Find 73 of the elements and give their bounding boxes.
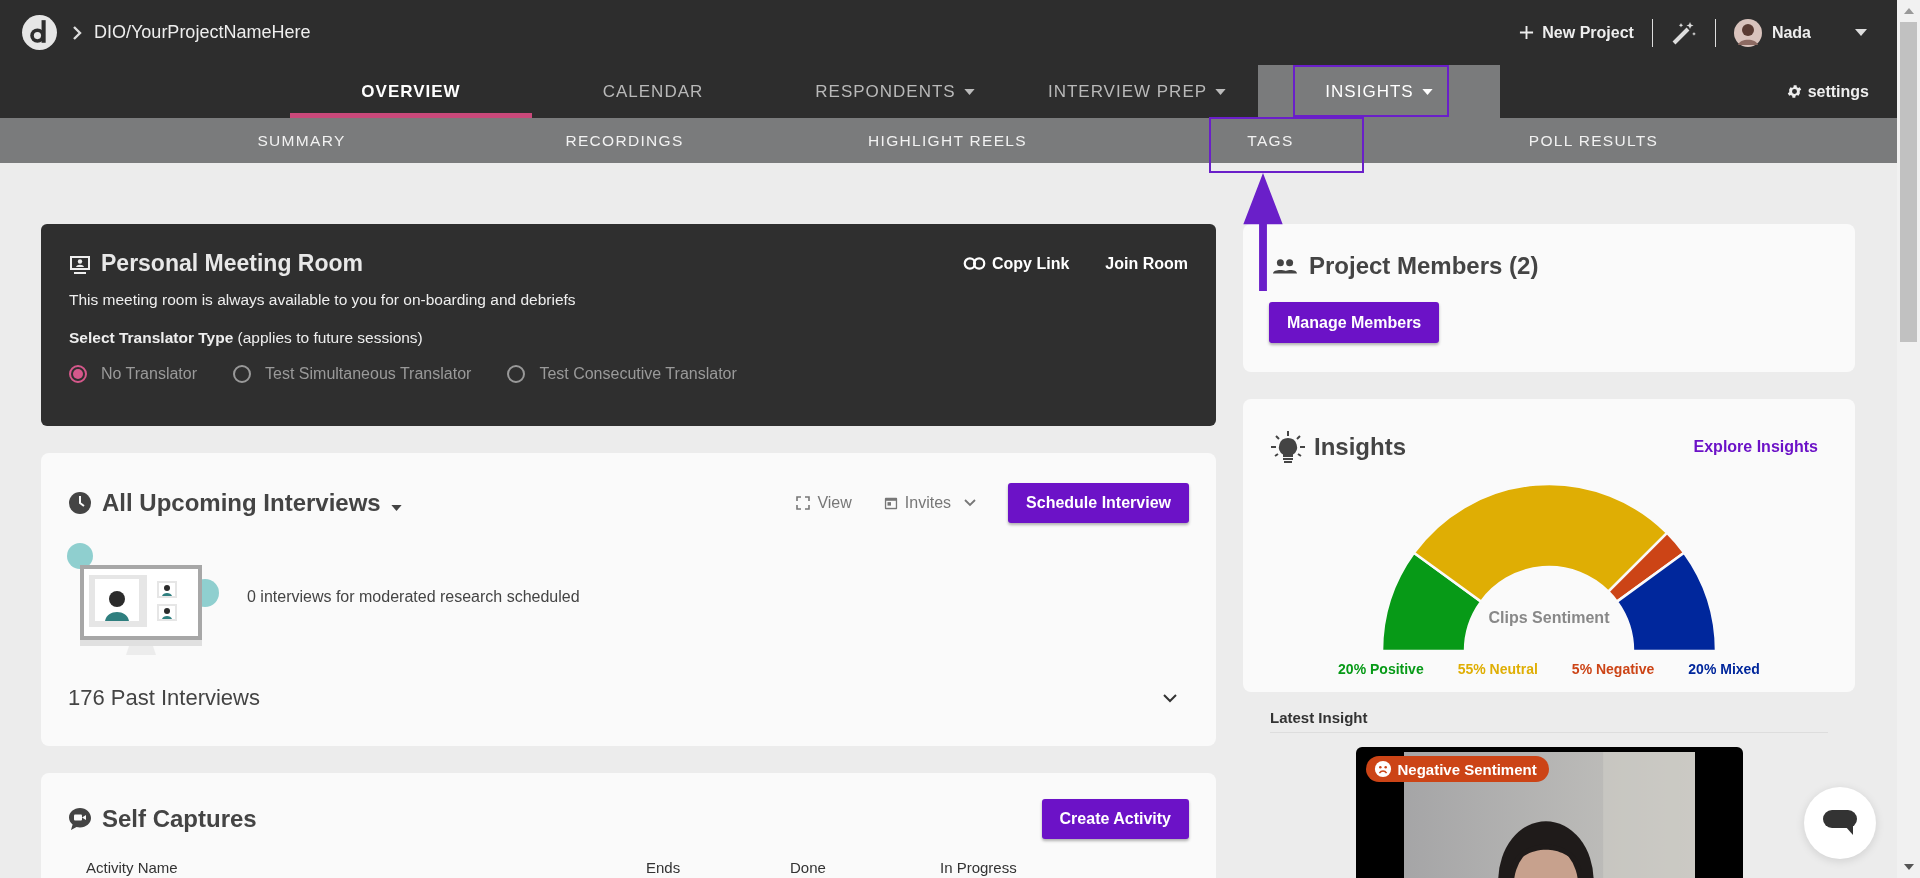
frown-icon: [1373, 760, 1392, 778]
legend-label: 20% Positive: [1338, 661, 1424, 677]
chat-button[interactable]: [1804, 787, 1876, 859]
radio-button[interactable]: [233, 365, 252, 383]
caret-down-icon: [1215, 88, 1227, 95]
legend-label: 20% Mixed: [1688, 661, 1760, 677]
chevron-down-icon: [964, 499, 977, 507]
sub-nav-tab[interactable]: TAGS: [1109, 118, 1432, 163]
card-title[interactable]: All Upcoming Interviews: [102, 489, 381, 517]
sub-nav-tab[interactable]: SUMMARY: [140, 118, 463, 163]
chat-icon: [1823, 810, 1857, 836]
sub-nav-tab[interactable]: POLL RESULTS: [1432, 118, 1755, 163]
caret-down-icon: [1421, 88, 1433, 95]
card-title: Personal Meeting Room: [101, 250, 363, 277]
lightbulb-icon: [1270, 429, 1306, 465]
card-title: Self Captures: [102, 805, 257, 833]
scrollbar[interactable]: [1897, 0, 1920, 878]
nav-tab[interactable]: INTERVIEW PREP: [1016, 65, 1258, 118]
legend-label: 5% Negative: [1571, 661, 1655, 677]
copy-link-button[interactable]: Copy Link: [963, 254, 1070, 273]
link-icon: [963, 257, 986, 270]
sub-nav-tab[interactable]: HIGHLIGHT REELS: [786, 118, 1109, 163]
view-button[interactable]: View: [796, 494, 852, 512]
column-header: Done: [790, 859, 827, 876]
nav-tab[interactable]: INSIGHTS: [1258, 65, 1500, 118]
create-activity-button[interactable]: Create Activity: [1041, 799, 1189, 839]
join-room-button[interactable]: Join Room: [1105, 254, 1188, 273]
chevron-right-icon: [72, 25, 82, 40]
translator-label: Select Translator Type (applies to future sessions): [69, 329, 424, 347]
radio-label[interactable]: Test Simultaneous Translator: [265, 365, 472, 383]
card-title: Insights: [1314, 433, 1406, 461]
plus-icon: [1519, 25, 1535, 40]
legend-label: 55% Neutral: [1457, 661, 1538, 677]
video-player[interactable]: Negative Sentiment: [1355, 747, 1743, 878]
schedule-interview-button[interactable]: Schedule Interview: [1008, 483, 1189, 523]
logo-icon[interactable]: [21, 14, 58, 51]
section-label: Latest Insight: [1270, 709, 1828, 733]
new-project-button[interactable]: New Project: [1519, 23, 1634, 42]
calendar-icon: [883, 496, 898, 510]
sub-nav-tab[interactable]: RECORDINGS: [463, 118, 786, 163]
card-title: Project Members (2): [1309, 252, 1539, 280]
caret-down-icon[interactable]: [1855, 29, 1867, 36]
past-interviews-heading[interactable]: 176 Past Interviews: [68, 685, 260, 711]
chevron-down-icon[interactable]: [1163, 693, 1177, 703]
column-header: In Progress: [940, 859, 1017, 876]
radio-label[interactable]: No Translator: [101, 365, 198, 383]
nav-tab[interactable]: CALENDAR: [532, 65, 774, 118]
expand-icon: [796, 496, 811, 510]
people-icon: [1273, 258, 1297, 274]
chart-title: Clips Sentiment: [1487, 609, 1611, 627]
invites-dropdown[interactable]: Invites: [883, 494, 977, 512]
user-name[interactable]: Nada: [1771, 23, 1811, 42]
column-header: Ends: [646, 859, 682, 876]
nav-tab[interactable]: RESPONDENTS: [774, 65, 1016, 118]
avatar[interactable]: [1733, 18, 1762, 47]
column-header: Activity Name: [86, 859, 179, 876]
radio-label[interactable]: Test Consecutive Translator: [539, 365, 737, 383]
scroll-down-icon[interactable]: [1903, 864, 1914, 870]
caret-down-icon[interactable]: [390, 505, 402, 511]
gear-icon: [1785, 83, 1803, 100]
empty-message: 0 interviews for moderated research scheduled: [247, 588, 580, 606]
description: This meeting room is always available to you for on-boarding and debriefs: [69, 291, 577, 309]
video-chat-icon: [68, 807, 92, 831]
clock-icon: [68, 491, 92, 515]
radio-button[interactable]: [507, 365, 526, 383]
scrollbar-thumb[interactable]: [1900, 22, 1917, 342]
explore-insights-link[interactable]: Explore Insights: [1693, 438, 1818, 456]
radio-button[interactable]: [69, 365, 87, 383]
caret-down-icon: [963, 88, 975, 95]
manage-members-button[interactable]: Manage Members: [1269, 302, 1440, 343]
settings-button[interactable]: settings: [1785, 65, 1869, 118]
breadcrumb[interactable]: DIO/YourProjectNameHere: [94, 22, 311, 43]
sentiment-badge: Negative Sentiment: [1365, 756, 1549, 782]
